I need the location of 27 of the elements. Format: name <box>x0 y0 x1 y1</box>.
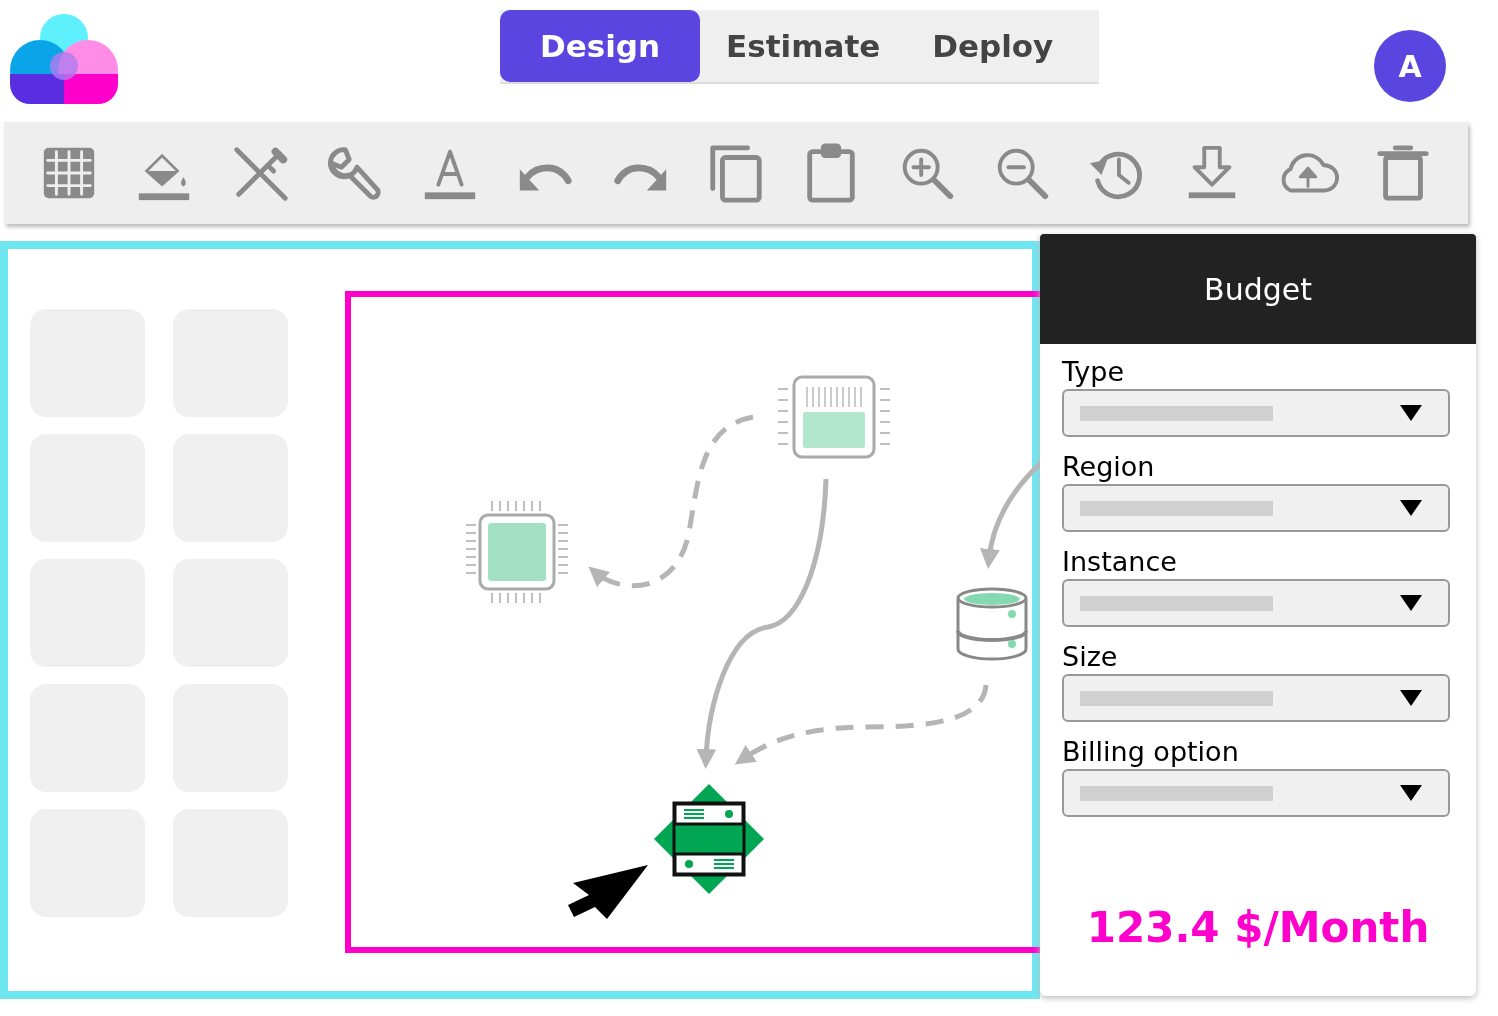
field-label: Billing option <box>1062 736 1240 767</box>
chip-icon <box>777 375 891 459</box>
cursor-icon <box>568 865 648 919</box>
field-label: Type <box>1062 356 1125 387</box>
dropdown-field[interactable] <box>1062 484 1450 532</box>
panel-title: Budget <box>1204 271 1312 307</box>
dropdown-field[interactable] <box>1062 579 1450 627</box>
caret-icon <box>1400 785 1422 801</box>
chip-icon <box>465 500 569 604</box>
tab[interactable]: Estimate <box>700 10 907 82</box>
monthly-cost: 123.4 $/Month <box>1085 903 1431 952</box>
field-label: Size <box>1062 641 1119 672</box>
dropdown-field[interactable] <box>1062 389 1450 437</box>
dropdown-field[interactable] <box>1062 674 1450 722</box>
avatar[interactable]: A <box>1374 30 1446 102</box>
database-icon <box>956 587 1028 661</box>
dropdown-field[interactable] <box>1062 769 1450 817</box>
field-label: Instance <box>1062 546 1178 577</box>
tab[interactable]: Deploy <box>906 10 1080 82</box>
caret-icon <box>1400 690 1422 706</box>
caret-icon <box>1400 405 1422 421</box>
tab[interactable]: Design <box>500 10 701 82</box>
caret-icon <box>1400 500 1422 516</box>
caret-icon <box>1400 595 1422 611</box>
server-icon <box>654 784 764 894</box>
field-label: Region <box>1062 451 1156 482</box>
logo-icon <box>10 14 118 104</box>
